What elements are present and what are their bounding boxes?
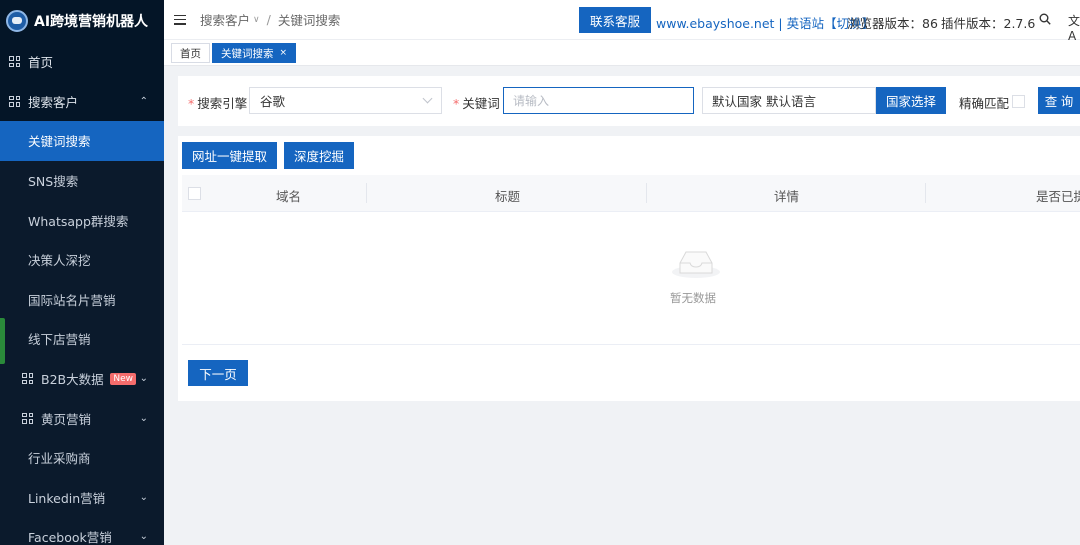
chevron-down-icon: ∨ xyxy=(253,14,260,25)
sidebar-item-11[interactable]: Linkedin营销 ⌄ xyxy=(0,477,164,518)
tabs-bar: 首页 关键词搜索 × xyxy=(164,40,1080,66)
sidebar-item-3[interactable]: SNS搜索 xyxy=(0,160,164,201)
empty-state: 暂无数据 xyxy=(182,212,1080,345)
breadcrumb: 搜索客户 ∨ / 关键词搜索 xyxy=(200,10,340,29)
table-header: 域名 标题 详情 是否已提 xyxy=(182,175,1080,212)
chevron-down-icon: ⌄ xyxy=(139,531,148,543)
keyword-label: * 关键词 xyxy=(453,93,500,112)
country-select-button[interactable]: 国家选择 xyxy=(876,87,946,114)
sidebar-item-0[interactable]: 首页 xyxy=(0,42,164,82)
engine-label: * 搜索引擎 xyxy=(188,93,247,112)
exact-match-checkbox[interactable] xyxy=(1012,95,1025,108)
close-icon[interactable]: × xyxy=(280,48,288,58)
column-divider xyxy=(925,183,926,203)
deep-dig-button[interactable]: 深度挖掘 xyxy=(284,142,354,169)
tab-label: 关键词搜索 xyxy=(221,47,274,60)
chevron-down-icon: ⌄ xyxy=(139,412,148,424)
site-url[interactable]: www.ebayshoe.net xyxy=(656,16,774,31)
sidebar-item-4[interactable]: Whatsapp群搜索 xyxy=(0,200,164,240)
top-header: 搜索客户 ∨ / 关键词搜索 联系客服 www.ebayshoe.net | 英… xyxy=(164,0,1080,43)
sidebar-item-9[interactable]: 黄页营销 ⌄ xyxy=(0,398,164,438)
country-language-value: 默认国家 默认语言 xyxy=(712,94,816,109)
app-title: AI跨境营销机器人 xyxy=(34,14,149,30)
keyword-label-text: 关键词 xyxy=(462,96,500,111)
sidebar-item-label: SNS搜索 xyxy=(28,174,79,190)
sidebar-item-6[interactable]: 国际站名片营销 xyxy=(0,279,164,320)
query-button[interactable]: 查 询 xyxy=(1038,87,1080,114)
breadcrumb-item-search-customers[interactable]: 搜索客户 xyxy=(200,10,250,29)
results-panel: 网址一键提取 深度挖掘 域名 标题 详情 是否已提 暂无数据 下一页 xyxy=(178,136,1080,401)
sidebar-item-label: Whatsapp群搜索 xyxy=(28,213,129,229)
keyword-input[interactable] xyxy=(503,87,694,114)
sidebar-item-label: 行业采购商 xyxy=(28,451,91,467)
chevron-up-icon: ⌃ xyxy=(139,95,148,107)
sidebar-menu: 首页搜索客户 ⌃ 关键词搜索 SNS搜索 Whatsapp群搜索 决策人深挖国际站名片营销… xyxy=(0,42,164,545)
new-badge: New xyxy=(110,372,136,385)
next-page-button[interactable]: 下一页 xyxy=(188,360,248,386)
sidebar-item-label: Facebook营销 xyxy=(28,530,112,545)
tab-home[interactable]: 首页 xyxy=(171,43,210,63)
engine-label-text: 搜索引擎 xyxy=(197,96,248,111)
column-divider xyxy=(366,183,367,203)
sidebar-item-8[interactable]: B2B大数据 New ⌄ xyxy=(0,358,164,399)
required-mark: * xyxy=(188,96,195,111)
breadcrumb-item-keyword-search: 关键词搜索 xyxy=(277,13,341,28)
sidebar-item-label: 首页 xyxy=(28,55,54,71)
sidebar-item-1[interactable]: 搜索客户 ⌃ xyxy=(0,82,164,122)
chevron-down-icon xyxy=(422,93,433,104)
collapse-menu-icon[interactable] xyxy=(174,14,186,25)
chevron-down-icon: ⌄ xyxy=(139,491,148,503)
sidebar-item-2[interactable]: 关键词搜索 xyxy=(0,121,164,161)
engine-select[interactable]: 谷歌 xyxy=(249,87,442,114)
empty-state-text: 暂无数据 xyxy=(670,291,716,305)
sidebar-item-10[interactable]: 行业采购商 xyxy=(0,437,164,478)
sidebar: AI跨境营销机器人 首页搜索客户 ⌃ 关键词搜索 SNS搜索 Whatsapp群搜索 决策… xyxy=(0,0,164,545)
country-language-field[interactable]: 默认国家 默认语言 xyxy=(702,87,876,114)
sidebar-item-label: 黄页营销 xyxy=(41,411,92,427)
contact-support-button[interactable]: 联系客服 xyxy=(579,7,651,33)
column-header-details: 详情 xyxy=(774,189,800,204)
column-header-title: 标题 xyxy=(495,189,521,204)
required-mark: * xyxy=(453,96,460,111)
grid-icon xyxy=(22,373,33,385)
sidebar-item-label: Linkedin营销 xyxy=(28,490,106,506)
plugin-version: 插件版本：2.7.6 xyxy=(941,16,1036,31)
sidebar-item-label: 决策人深挖 xyxy=(28,253,91,269)
site-link[interactable]: www.ebayshoe.net | 英语站【切换】 xyxy=(656,13,874,32)
sidebar-item-label: 国际站名片营销 xyxy=(28,292,116,308)
browser-version: 浏览器版本：86 xyxy=(847,16,938,31)
empty-inbox-icon xyxy=(672,251,720,278)
select-all-checkbox[interactable] xyxy=(188,187,201,200)
grid-icon xyxy=(22,412,33,424)
sidebar-item-label: 线下店营销 xyxy=(28,332,91,348)
sidebar-item-label: B2B大数据 xyxy=(41,372,104,388)
sidebar-item-5[interactable]: 决策人深挖 xyxy=(0,239,164,280)
robot-logo-icon xyxy=(6,10,28,32)
column-divider xyxy=(646,183,647,203)
grid-icon xyxy=(9,56,20,68)
search-form: *搜索引擎 谷歌 *关键词 默认国家 默认语言 国家选择 精确匹配 查 询 xyxy=(178,76,1080,126)
sidebar-item-label: 关键词搜索 xyxy=(28,134,91,150)
grid-icon xyxy=(9,95,20,107)
brand: AI跨境营销机器人 xyxy=(0,0,164,42)
side-handle[interactable] xyxy=(0,318,5,364)
column-header-extracted: 是否已提 xyxy=(1036,189,1080,204)
sidebar-item-label: 搜索客户 xyxy=(28,94,79,110)
sidebar-item-7[interactable]: 线下店营销 xyxy=(0,319,164,359)
exact-match-label: 精确匹配 xyxy=(959,96,1010,111)
chevron-down-icon: ⌄ xyxy=(139,373,148,385)
translate-icon[interactable]: 文A xyxy=(1068,12,1080,43)
extract-urls-button[interactable]: 网址一键提取 xyxy=(182,142,277,169)
sidebar-item-12[interactable]: Facebook营销 ⌄ xyxy=(0,517,164,545)
tab-label: 首页 xyxy=(180,47,201,60)
breadcrumb-separator: / xyxy=(266,12,271,27)
search-icon[interactable] xyxy=(1039,13,1051,25)
column-header-domain: 域名 xyxy=(276,189,302,204)
engine-value: 谷歌 xyxy=(260,94,286,109)
tab-keyword-search[interactable]: 关键词搜索 × xyxy=(212,43,297,63)
